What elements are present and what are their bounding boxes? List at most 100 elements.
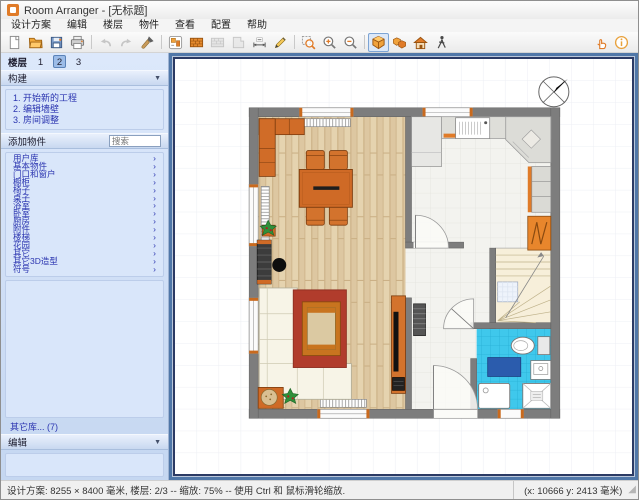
tv-stand — [391, 296, 405, 394]
fridge — [412, 117, 442, 167]
status-bar: 设计方案: 8255 × 8400 毫米, 楼层: 2/3 -- 缩放: 75%… — [1, 480, 638, 499]
toolbar-separator — [161, 35, 162, 49]
category-item-5[interactable]: 桌子› — [13, 195, 156, 203]
category-item-2[interactable]: 门口和窗户› — [13, 171, 156, 179]
add-objects-title: 添加物件 — [8, 134, 46, 148]
zoom-select-icon — [301, 35, 316, 50]
home-3d-icon — [413, 35, 428, 50]
menu-item-2[interactable]: 楼层 — [95, 19, 131, 32]
zoom-out-button[interactable] — [340, 33, 361, 52]
paint-brush-button[interactable] — [137, 33, 158, 52]
app-window: Room Arranger - [无标题] 设计方案编辑楼层物件查看配置帮助 楼… — [0, 0, 639, 500]
zoom-select-button[interactable] — [298, 33, 319, 52]
status-coordinates: (x: 10666 y: 2413 毫米) — [513, 481, 628, 499]
hallway[interactable] — [414, 304, 426, 336]
category-label: 符号 — [13, 266, 30, 274]
drawing-canvas[interactable] — [173, 57, 634, 476]
floor-plan-button[interactable] — [165, 33, 186, 52]
room-tool-icon — [231, 35, 246, 50]
home-3d-button[interactable] — [410, 33, 431, 52]
washbasin — [531, 361, 551, 380]
floor-button-3[interactable]: 3 — [72, 55, 85, 68]
view-3d-icon — [371, 35, 386, 50]
category-item-9[interactable]: 附件› — [13, 226, 156, 234]
menu-item-1[interactable]: 编辑 — [59, 19, 95, 32]
shower-tray — [479, 383, 510, 408]
section-header-edit[interactable]: 编辑 ▼ — [1, 434, 168, 450]
zoom-out-icon — [343, 35, 358, 50]
menu-item-0[interactable]: 设计方案 — [3, 19, 59, 32]
tv — [393, 312, 398, 372]
object-category-list: 用户库›基本物件›门口和窗户›橱柜›椅子›桌子›浴室›卧室›厨房›附件›楼梯›花… — [5, 152, 164, 277]
edit-walls-icon — [210, 35, 225, 50]
edit-title: 编辑 — [8, 435, 27, 449]
floor-button-1[interactable]: 1 — [34, 55, 47, 68]
dimensions-button[interactable] — [249, 33, 270, 52]
menu-item-6[interactable]: 帮助 — [239, 19, 275, 32]
window-bottom-bath — [498, 409, 524, 418]
category-item-11[interactable]: 花园› — [13, 242, 156, 250]
objects-3d-icon — [392, 35, 407, 50]
menu-item-4[interactable]: 查看 — [167, 19, 203, 32]
category-item-8[interactable]: 厨房› — [13, 218, 156, 226]
undo-button[interactable] — [95, 33, 116, 52]
section-header-build[interactable]: 构建 ▼ — [1, 70, 168, 86]
new-file-button[interactable] — [4, 33, 25, 52]
info-button[interactable] — [611, 33, 632, 52]
category-item-6[interactable]: 浴室› — [13, 202, 156, 210]
category-item-7[interactable]: 卧室› — [13, 210, 156, 218]
chevron-right-icon: › — [153, 266, 156, 274]
category-item-4[interactable]: 椅子› — [13, 187, 156, 195]
wall-button[interactable] — [186, 33, 207, 52]
walk-through-button[interactable] — [431, 33, 452, 52]
shelf-unit — [257, 240, 271, 284]
redo-button[interactable] — [116, 33, 137, 52]
wall-icon — [189, 35, 204, 50]
build-step-room-adjust[interactable]: 3. 房间调整 — [13, 115, 156, 126]
objects-3d-button[interactable] — [389, 33, 410, 52]
oven — [528, 216, 551, 250]
floor-plan-canvas[interactable] — [175, 59, 632, 474]
more-libraries-link[interactable]: 其它库... (7) — [1, 420, 168, 434]
room-tool-button[interactable] — [228, 33, 249, 52]
toolbar — [1, 32, 638, 53]
chevron-down-icon[interactable]: ▼ — [154, 439, 161, 446]
menu-item-5[interactable]: 配置 — [203, 19, 239, 32]
save-button[interactable] — [46, 33, 67, 52]
build-step-new-project[interactable]: 1. 开始新的工程 — [13, 93, 156, 104]
print-button[interactable] — [67, 33, 88, 52]
menu-item-3[interactable]: 物件 — [131, 19, 167, 32]
view-3d-button[interactable] — [368, 33, 389, 52]
hand-pointer-button[interactable] — [590, 33, 611, 52]
radiator-top — [302, 119, 350, 127]
radiator-bottom — [320, 399, 366, 407]
resize-grip-icon[interactable]: ◢ — [628, 485, 638, 495]
build-title: 构建 — [8, 71, 27, 85]
object-preview-panel — [5, 280, 164, 418]
category-item-3[interactable]: 橱柜› — [13, 179, 156, 187]
design-tools-icon — [273, 35, 288, 50]
search-input[interactable] — [109, 135, 161, 147]
section-header-add-objects[interactable]: 添加物件 — [1, 133, 168, 149]
window-left-upper — [249, 184, 258, 246]
toolbar-separator — [364, 35, 365, 49]
compass-icon[interactable] — [539, 77, 569, 107]
build-step-edit-walls[interactable]: 2. 编辑墙壁 — [13, 104, 156, 115]
walk-through-icon — [434, 35, 449, 50]
chevron-down-icon[interactable]: ▼ — [154, 75, 161, 82]
paint-brush-icon — [140, 35, 155, 50]
coffee-table — [302, 302, 340, 356]
window-top-kitchen — [423, 108, 473, 117]
info-icon — [614, 35, 629, 50]
floor-button-2[interactable]: 2 — [53, 55, 66, 68]
edit-walls-button[interactable] — [207, 33, 228, 52]
status-left: 设计方案: 8255 × 8400 毫米, 楼层: 2/3 -- 缩放: 75%… — [7, 483, 345, 497]
dining-table — [299, 169, 352, 207]
main-area: 楼层 123 构建 ▼ 1. 开始新的工程 2. 编辑墙壁 3. 房间调整 添加… — [1, 53, 638, 480]
design-tools-button[interactable] — [270, 33, 291, 52]
category-item-14[interactable]: 符号 › — [13, 266, 156, 274]
open-folder-button[interactable] — [25, 33, 46, 52]
category-item-13[interactable]: 其它3D造型› — [13, 258, 156, 266]
zoom-in-button[interactable] — [319, 33, 340, 52]
category-item-10[interactable]: 楼梯› — [13, 234, 156, 242]
